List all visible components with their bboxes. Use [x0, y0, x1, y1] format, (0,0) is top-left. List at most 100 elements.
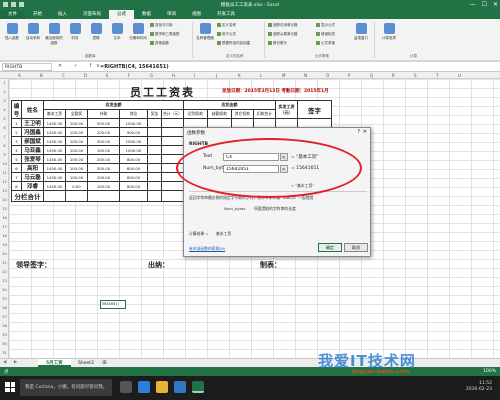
empty-cell[interactable] — [147, 190, 162, 202]
row-header[interactable]: 17 — [0, 225, 9, 229]
column-header[interactable]: H — [172, 73, 175, 78]
column-header[interactable]: F — [128, 73, 130, 78]
tab-home[interactable]: 开始 — [25, 10, 50, 19]
cell-no[interactable]: 5 — [11, 154, 22, 164]
tab-data[interactable]: 数据 — [134, 10, 159, 19]
cell-base[interactable]: 1450.00 — [43, 118, 66, 128]
watch-window-button[interactable]: 监视窗口 — [352, 22, 370, 54]
tab-developer[interactable]: 开发工具 — [209, 10, 243, 19]
remove-arrows-button[interactable]: 移去箭头 — [268, 41, 287, 46]
sheet-tab-may-salary[interactable]: 5月工资 — [38, 359, 71, 367]
more-functions-button[interactable]: 其他函数 — [150, 41, 169, 46]
use-in-formula-button[interactable]: 用于公式 — [217, 32, 236, 37]
empty-cell[interactable] — [147, 127, 162, 137]
row-header[interactable]: 27 — [0, 315, 9, 319]
calculation-options-button[interactable]: 计算选项 — [380, 22, 398, 54]
task-view-icon[interactable] — [120, 381, 132, 393]
cell-base[interactable]: 1450.00 — [43, 127, 66, 137]
excel-taskbar-icon[interactable] — [192, 381, 204, 393]
financial-button[interactable]: 财务 — [66, 22, 84, 54]
row-header[interactable]: 11 — [0, 171, 9, 175]
column-header[interactable]: K — [238, 73, 241, 78]
cell-no[interactable]: 8 — [11, 181, 22, 191]
row-header[interactable]: 26 — [0, 306, 9, 310]
cell-base[interactable]: 1450.00 — [43, 181, 66, 191]
cell-subsidy[interactable]: 200.00 — [87, 172, 120, 182]
sheet-nav-arrows[interactable]: ◀ ▶ — [3, 360, 20, 365]
tab-formulas[interactable]: 公式 — [109, 10, 134, 19]
insert-function-button[interactable]: 插入函数 — [3, 22, 21, 54]
cell-full[interactable]: 100.00 — [65, 118, 88, 128]
column-header[interactable]: U — [458, 73, 461, 78]
column-header[interactable]: J — [216, 73, 217, 78]
row-header[interactable]: 3 — [0, 99, 9, 103]
cell-subsidy[interactable]: 200.00 — [87, 154, 120, 164]
column-header[interactable]: Q — [370, 73, 373, 78]
row-header[interactable]: 31 — [0, 351, 9, 355]
column-header[interactable]: I — [194, 73, 195, 78]
cell-no[interactable]: 7 — [11, 172, 22, 182]
column-header[interactable]: A — [18, 73, 21, 78]
text-functions-button[interactable]: 文本 — [108, 22, 126, 54]
empty-cell[interactable] — [147, 154, 162, 164]
define-name-button[interactable]: 定义名称 — [217, 23, 236, 28]
dialog-close-button[interactable]: ✕ — [363, 129, 367, 135]
minimize-button[interactable]: — — [470, 1, 476, 8]
column-header[interactable]: T — [436, 73, 438, 78]
cell-post[interactable]: 800.00 — [119, 154, 148, 164]
empty-cell[interactable] — [147, 118, 162, 128]
cell-subsidy[interactable]: 100.00 — [87, 181, 120, 191]
cell-no[interactable]: 6 — [11, 163, 22, 173]
maximize-button[interactable]: ☐ — [482, 1, 487, 8]
empty-cell[interactable] — [147, 181, 162, 191]
cell-no[interactable]: 3 — [11, 136, 22, 146]
logical-button[interactable]: 逻辑 — [87, 22, 105, 54]
cell-full[interactable]: 100.00 — [65, 136, 88, 146]
tab-view[interactable]: 视图 — [184, 10, 209, 19]
trace-dependents-button[interactable]: 追踪从属单元格 — [268, 32, 298, 37]
empty-cell[interactable] — [147, 136, 162, 146]
column-header[interactable]: L — [260, 73, 262, 78]
cell-subsidy[interactable]: 200.00 — [87, 127, 120, 137]
column-header[interactable]: B — [40, 73, 43, 78]
column-header[interactable]: S — [414, 73, 417, 78]
row-header[interactable]: 6 — [0, 126, 9, 130]
row-header[interactable]: 29 — [0, 333, 9, 337]
formula-controls[interactable]: ✕ ✓ fx — [58, 63, 104, 69]
cell-name[interactable]: 高阳 — [21, 163, 44, 173]
row-header[interactable]: 2 — [0, 90, 9, 94]
cell-post[interactable]: 1000.00 — [119, 136, 148, 146]
active-cell[interactable]: 5641651) — [100, 300, 126, 309]
show-formulas-button[interactable]: 显示公式 — [316, 23, 335, 28]
lookup-reference-button[interactable]: 查找与引用 — [150, 23, 173, 28]
formula-input[interactable]: =RIGHTB(C4, 15641651) — [100, 64, 169, 70]
cell-base[interactable]: 1450.00 — [43, 154, 66, 164]
empty-cell[interactable] — [147, 172, 162, 182]
cell-full[interactable]: 100.00 — [65, 145, 88, 155]
cell-name[interactable]: 邓睿 — [21, 181, 44, 191]
tab-review[interactable]: 审阅 — [159, 10, 184, 19]
column-header[interactable]: D — [84, 73, 87, 78]
column-header[interactable]: E — [106, 73, 109, 78]
math-trig-button[interactable]: 数学和三角函数 — [150, 32, 180, 37]
function-help-link[interactable]: 有关该函数的帮助(H) — [189, 246, 225, 252]
trace-precedents-button[interactable]: 追踪引用单元格 — [268, 23, 298, 28]
cell-name[interactable]: 马云磊 — [21, 172, 44, 182]
autosum-button[interactable]: 自动求和 — [24, 22, 42, 54]
empty-cell[interactable] — [65, 190, 88, 202]
column-header[interactable]: M — [282, 73, 285, 78]
column-header[interactable]: O — [326, 73, 329, 78]
row-header[interactable]: 8 — [0, 144, 9, 148]
cell-name[interactable]: 冯国鑫 — [21, 127, 44, 137]
row-header[interactable]: 21 — [0, 261, 9, 265]
cell-post[interactable]: 900.00 — [119, 127, 148, 137]
cell-full[interactable]: 100.00 — [65, 172, 88, 182]
empty-cell[interactable] — [147, 163, 162, 173]
cell-subsidy[interactable]: 100.00 — [87, 145, 120, 155]
tab-insert[interactable]: 插入 — [50, 10, 75, 19]
row-header[interactable]: 12 — [0, 180, 9, 184]
help-button[interactable]: ? — [357, 129, 360, 135]
row-header[interactable]: 10 — [0, 162, 9, 166]
cell-name[interactable]: 马亚鑫 — [21, 145, 44, 155]
empty-cell[interactable] — [161, 136, 184, 146]
